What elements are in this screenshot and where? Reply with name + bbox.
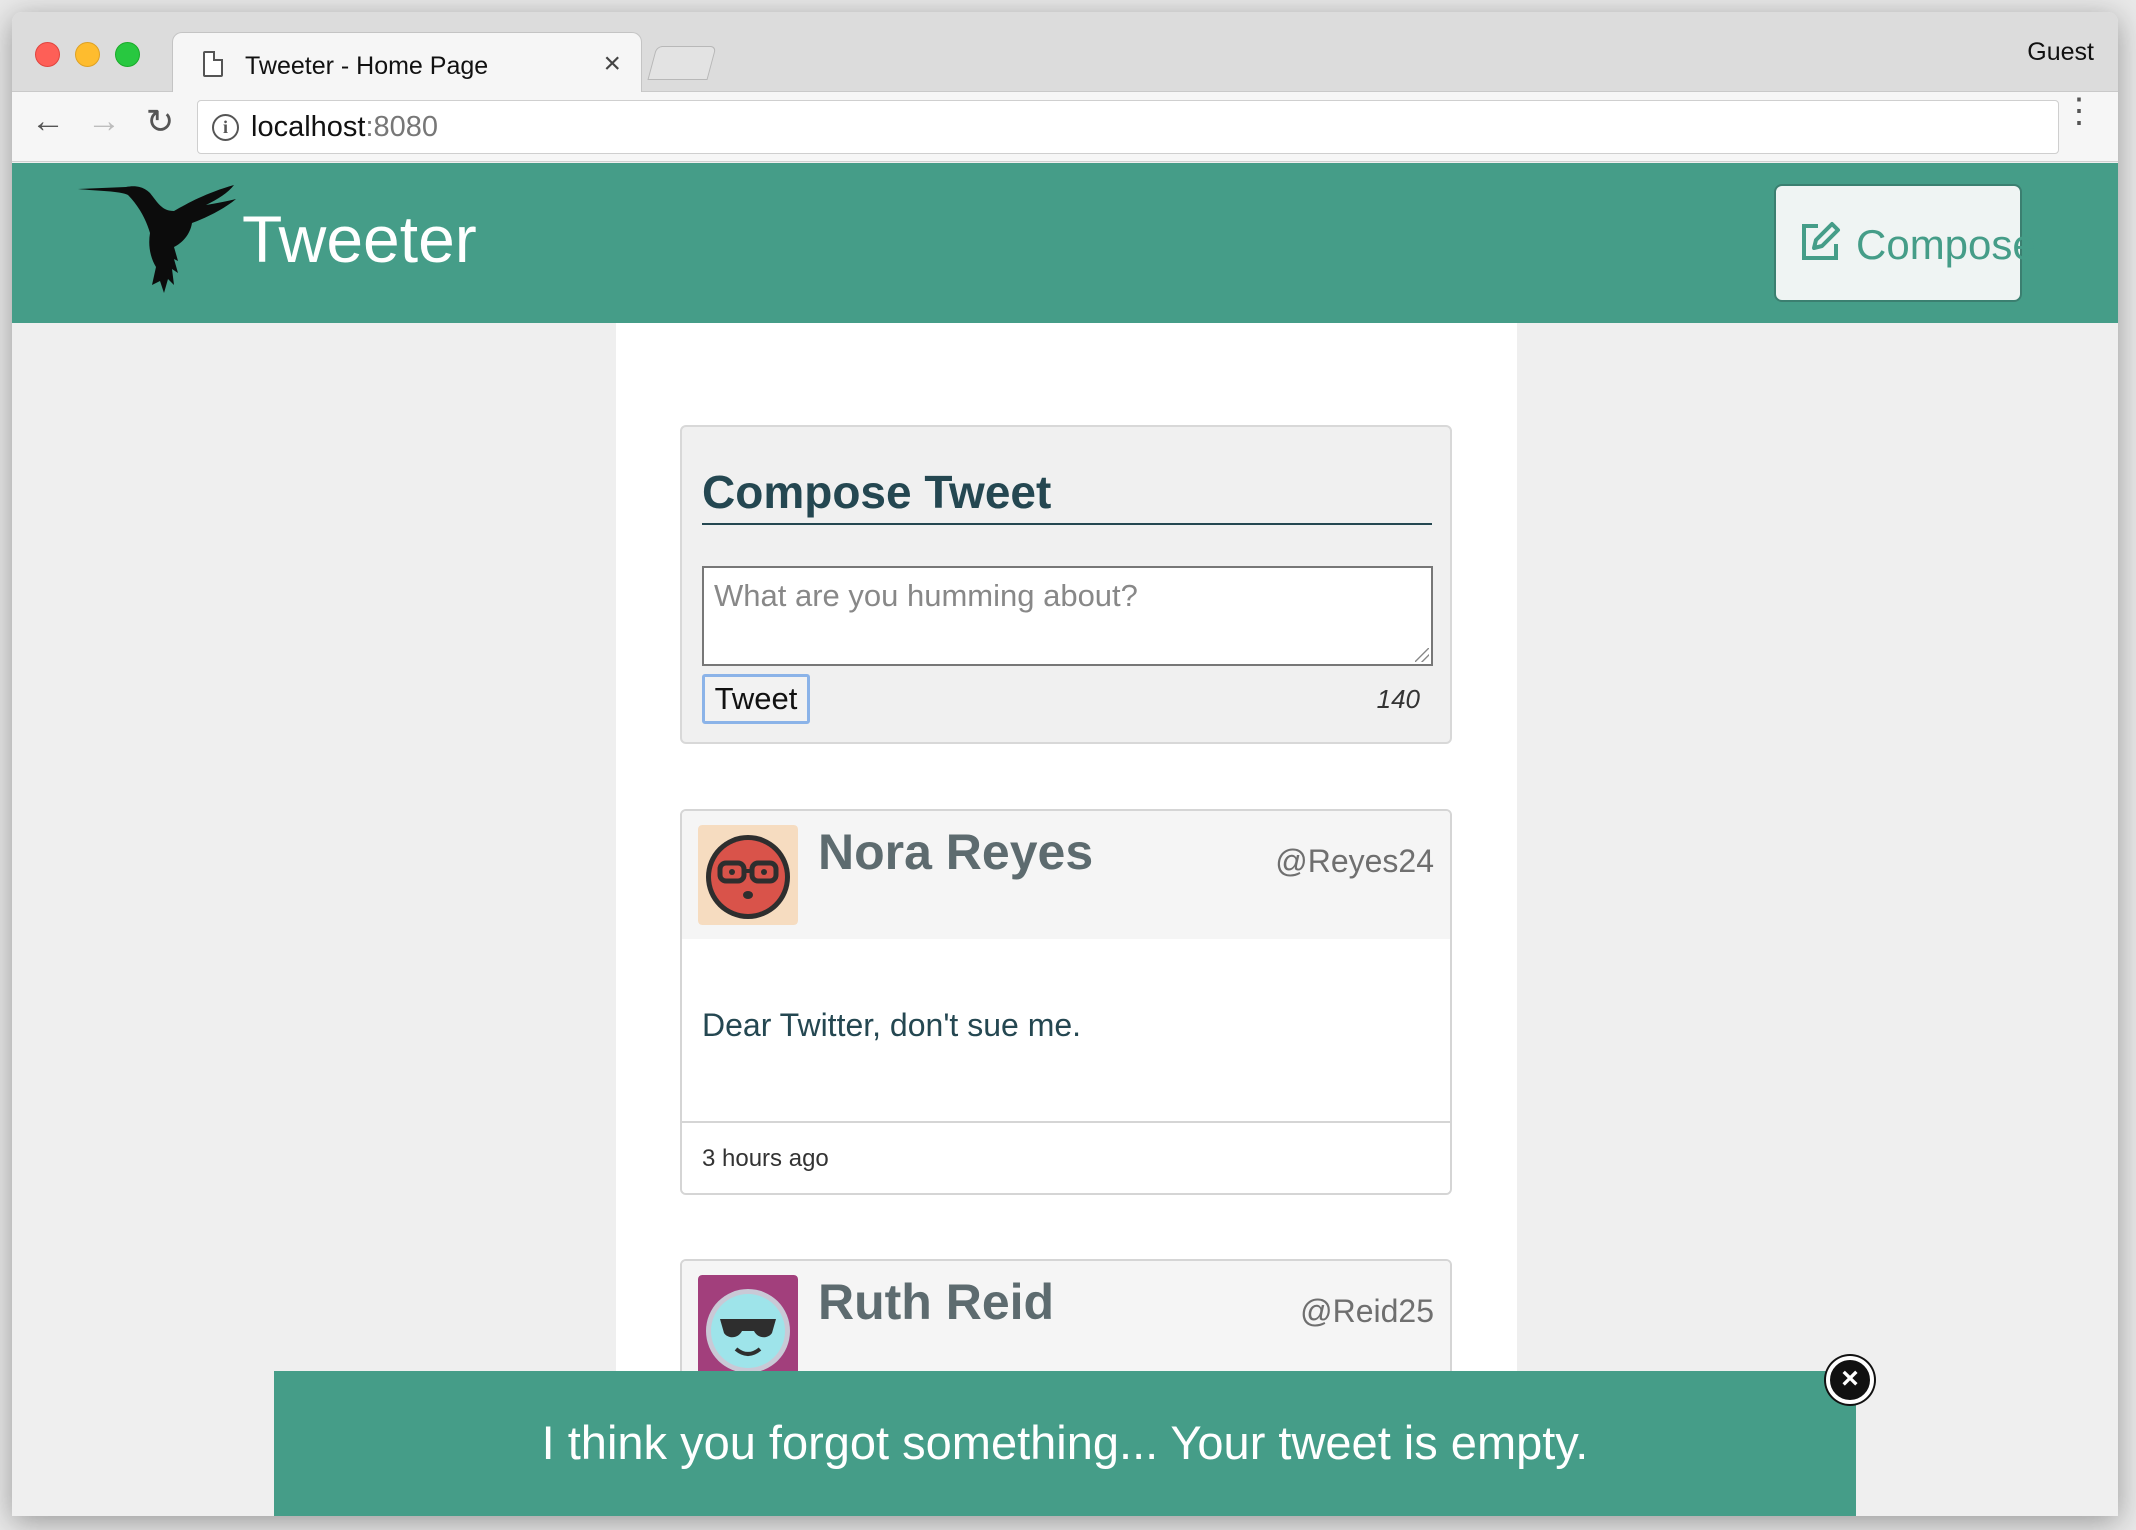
profile-label[interactable]: Guest xyxy=(2027,38,2094,67)
character-counter: 140 xyxy=(1376,684,1420,714)
browser-toolbar: ← → ↻ i localhost:8080 ⋮ xyxy=(12,92,2118,162)
tweet-author-name: Nora Reyes xyxy=(818,824,1094,880)
tweet-author-name: Ruth Reid xyxy=(818,1274,1055,1330)
tab-title: Tweeter - Home Page xyxy=(245,52,489,80)
close-icon[interactable]: × xyxy=(1826,1356,1874,1404)
minimize-window-button[interactable] xyxy=(75,42,100,67)
tweet-card: Nora Reyes @Reyes24 Dear Twitter, don't … xyxy=(680,809,1452,1195)
url-host: localhost xyxy=(251,111,366,143)
avatar xyxy=(698,1275,798,1375)
compose-tweet-panel: Compose Tweet What are you humming about… xyxy=(680,425,1452,744)
new-tab-button[interactable] xyxy=(647,46,717,80)
forward-icon[interactable]: → xyxy=(82,102,126,141)
main-container: Compose Tweet What are you humming about… xyxy=(616,323,1517,1516)
back-icon[interactable]: ← xyxy=(26,102,70,141)
close-window-button[interactable] xyxy=(35,42,60,67)
tweet-card: Ruth Reid @Reid25 xyxy=(680,1259,1452,1379)
tweet-textarea[interactable]: What are you humming about? xyxy=(702,566,1433,666)
hummingbird-logo-icon xyxy=(78,185,236,293)
tweet-content: Dear Twitter, don't sue me. xyxy=(702,1007,1082,1043)
maximize-window-button[interactable] xyxy=(115,42,140,67)
page-icon xyxy=(203,51,223,77)
flash-message: I think you forgot something... Your twe… xyxy=(541,1416,1589,1469)
reload-icon[interactable]: ↻ xyxy=(138,102,182,142)
avatar xyxy=(698,825,798,925)
info-icon[interactable]: i xyxy=(212,114,239,141)
url-port: :8080 xyxy=(365,111,439,143)
tweet-timestamp: 3 hours ago xyxy=(702,1145,829,1172)
tweet-author-handle[interactable]: @Reid25 xyxy=(1300,1293,1434,1330)
resize-handle-icon[interactable] xyxy=(1415,648,1429,662)
compose-button-label: Compose xyxy=(1856,221,2036,268)
url-text[interactable]: localhost:8080 xyxy=(251,111,438,144)
tab-close-icon[interactable]: × xyxy=(603,47,621,81)
tweet-footer: 3 hours ago xyxy=(682,1121,1450,1193)
error-flash-banner: I think you forgot something... Your twe… xyxy=(274,1371,1856,1516)
browser-menu-icon[interactable]: ⋮ xyxy=(2062,94,2096,128)
tweet-header: Ruth Reid @Reid25 xyxy=(682,1261,1450,1377)
compose-heading: Compose Tweet xyxy=(702,465,1432,525)
page-viewport: Tweeter Compose Compose Tweet What are y… xyxy=(12,163,2118,1516)
address-bar[interactable]: i localhost:8080 xyxy=(197,100,2059,154)
tweet-textarea-placeholder: What are you humming about? xyxy=(714,578,1138,613)
tweet-author-handle[interactable]: @Reyes24 xyxy=(1275,843,1434,880)
browser-window: Tweeter - Home Page × Guest ← → ↻ i loca… xyxy=(12,12,2118,1516)
edit-icon xyxy=(1802,222,1840,260)
site-header: Tweeter Compose xyxy=(12,163,2118,323)
tweet-header: Nora Reyes @Reyes24 xyxy=(682,811,1450,939)
compose-button[interactable]: Compose xyxy=(1774,184,2036,302)
tweet-submit-button[interactable]: Tweet xyxy=(702,674,810,724)
browser-tab[interactable]: Tweeter - Home Page × xyxy=(172,32,642,93)
title-bar: Tweeter - Home Page × Guest xyxy=(12,12,2118,93)
brand-title: Tweeter xyxy=(242,202,477,276)
